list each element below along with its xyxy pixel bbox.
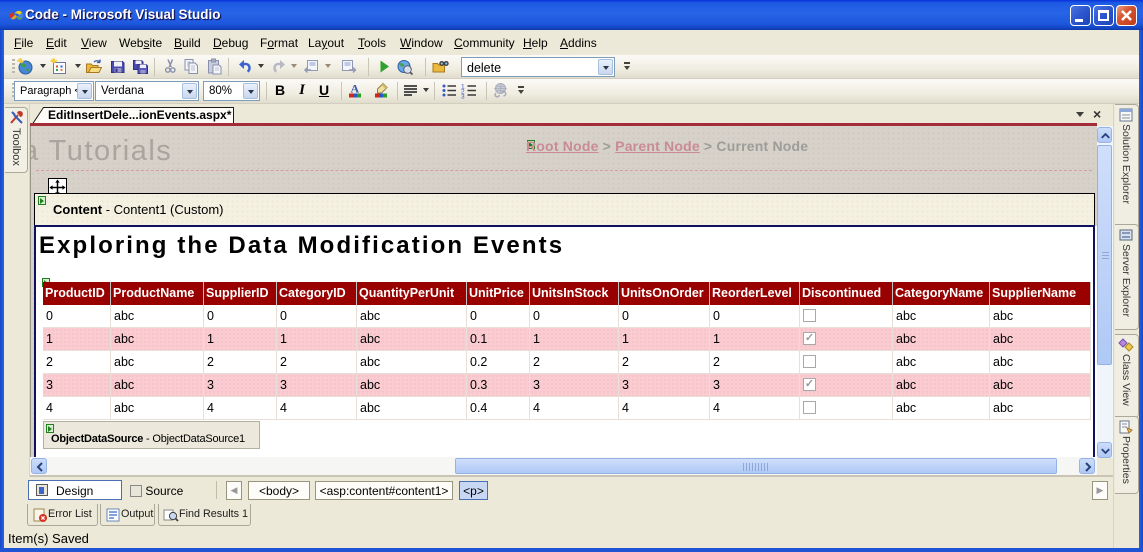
- svg-text:3: 3: [461, 94, 465, 100]
- svg-text:A: A: [351, 82, 360, 96]
